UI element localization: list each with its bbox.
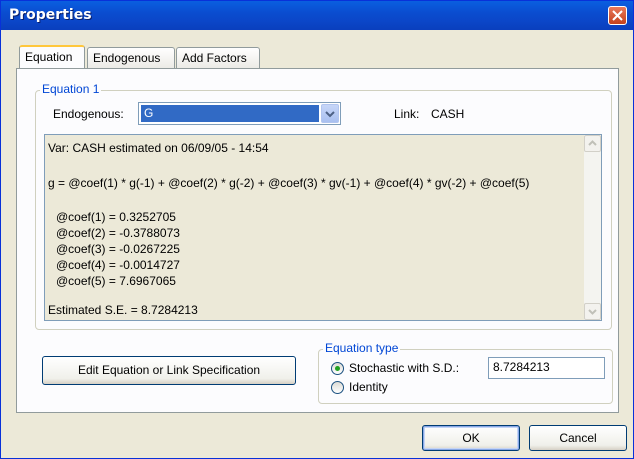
equation-text-area[interactable]: Var: CASH estimated on 06/09/05 - 14:54 … xyxy=(44,134,602,321)
equation-type-legend: Equation type xyxy=(323,341,401,355)
vertical-scrollbar[interactable] xyxy=(584,135,601,320)
equation-text-line: g = @coef(1) * g(-1) + @coef(2) * g(-2) … xyxy=(48,176,530,190)
equation-text-line: @coef(5) = 7.6967065 xyxy=(56,274,176,288)
tab-add-factors[interactable]: Add Factors xyxy=(176,47,260,68)
identity-label: Identity xyxy=(349,380,388,394)
tab-equation[interactable]: Equation xyxy=(19,45,85,68)
tab-endogenous[interactable]: Endogenous xyxy=(87,47,175,68)
combo-dropdown-button[interactable] xyxy=(321,104,339,123)
properties-dialog: Properties Equation Endogenous Add Facto… xyxy=(0,0,634,459)
window-title: Properties xyxy=(9,7,92,23)
tab-equation-label: Equation xyxy=(25,50,73,64)
endogenous-combo[interactable]: G xyxy=(138,102,341,125)
stochastic-radio[interactable] xyxy=(331,362,344,375)
equation-group-legend: Equation 1 xyxy=(40,82,102,96)
cancel-button[interactable]: Cancel xyxy=(529,425,627,451)
title-bar[interactable]: Properties xyxy=(1,1,633,30)
scroll-up-button[interactable] xyxy=(584,135,601,152)
arrow-up-icon xyxy=(588,140,597,146)
equation-text-line: @coef(3) = -0.0267225 xyxy=(56,242,180,256)
arrow-down-icon xyxy=(588,309,597,315)
scroll-down-button[interactable] xyxy=(584,303,601,320)
close-icon xyxy=(612,10,623,21)
ok-button[interactable]: OK xyxy=(422,425,520,451)
edit-equation-button[interactable]: Edit Equation or Link Specification xyxy=(42,356,296,385)
identity-radio[interactable] xyxy=(331,381,344,394)
equation-text-line: @coef(4) = -0.0014727 xyxy=(56,258,180,272)
link-value: CASH xyxy=(431,107,465,121)
equation-text-line: Var: CASH estimated on 06/09/05 - 14:54 xyxy=(48,141,269,155)
sd-input[interactable]: 8.7284213 xyxy=(488,357,605,379)
equation-text-line: @coef(2) = -0.3788073 xyxy=(56,226,180,240)
endogenous-label: Endogenous: xyxy=(53,107,124,121)
tab-endogenous-label: Endogenous xyxy=(93,51,161,65)
link-label: Link: xyxy=(394,107,420,121)
endogenous-value: G xyxy=(141,105,319,122)
stochastic-label: Stochastic with S.D.: xyxy=(349,361,460,375)
chevron-down-icon xyxy=(325,111,335,118)
equation-text-line: Estimated S.E. = 8.7284213 xyxy=(48,303,198,317)
radio-selected-dot xyxy=(335,366,340,371)
equation-text-line: @coef(1) = 0.3252705 xyxy=(56,210,176,224)
close-button[interactable] xyxy=(608,6,627,25)
tab-add-factors-label: Add Factors xyxy=(182,51,247,65)
